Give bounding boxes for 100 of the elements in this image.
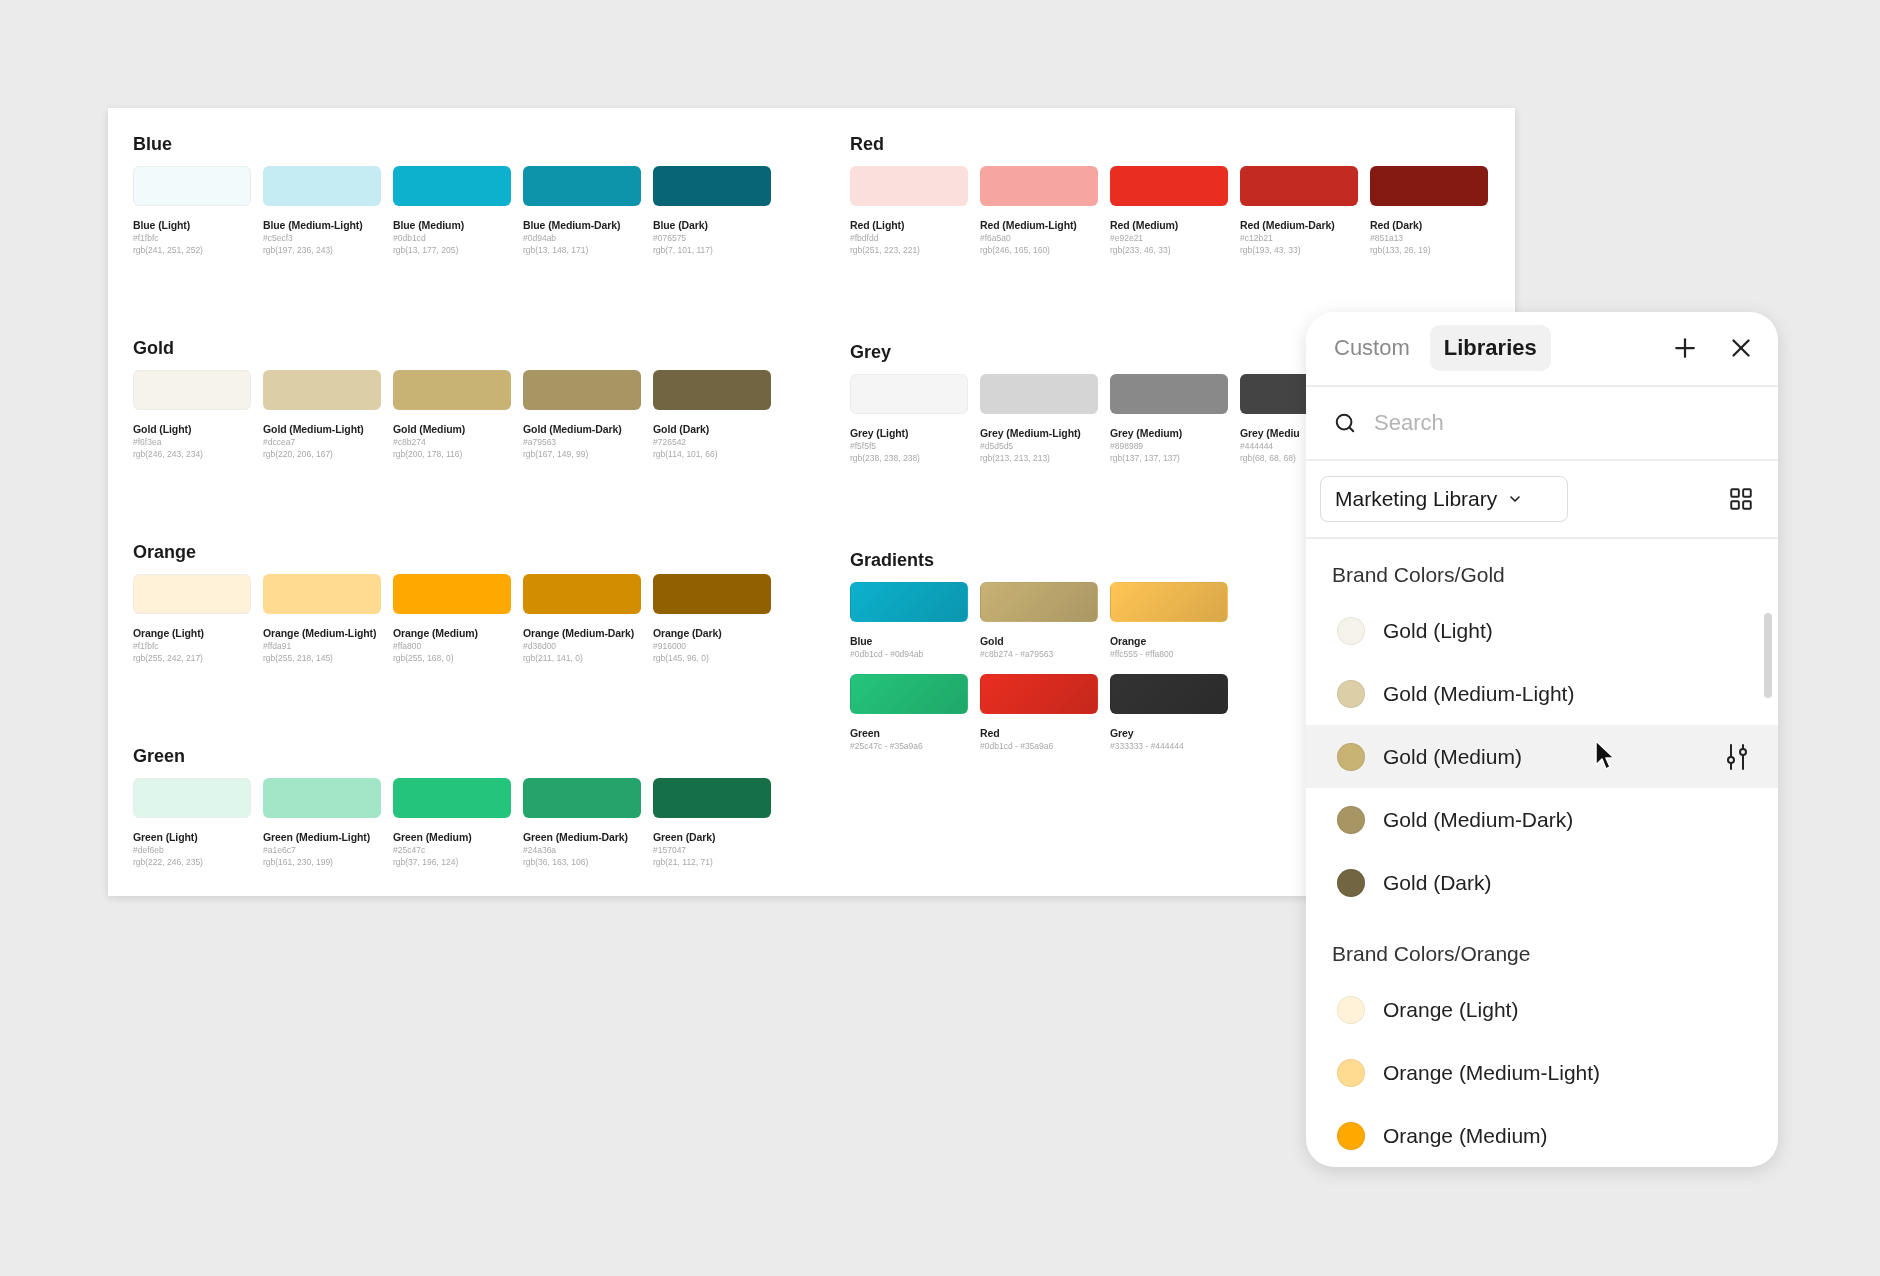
rgb-value: rgb(13, 177, 205)	[393, 244, 459, 256]
section-title: Blue	[133, 134, 172, 155]
hex-value: #f1fbfc	[133, 232, 159, 244]
swatch-name: Blue	[850, 634, 873, 648]
color-list-item[interactable]: Gold (Medium-Dark)	[1306, 788, 1778, 851]
swatch-name: Red (Medium-Light)	[980, 218, 1077, 232]
rgb-value: rgb(246, 243, 234)	[133, 448, 203, 460]
swatch-name: Grey (Medium)	[1110, 426, 1183, 440]
rgb-value: rgb(241, 251, 252)	[133, 244, 203, 256]
rgb-value: rgb(200, 178, 116)	[393, 448, 463, 460]
swatch-name: Green (Medium)	[393, 830, 472, 844]
swatch-name: Blue (Dark)	[653, 218, 708, 232]
hex-value: #157047	[653, 844, 687, 856]
section-title: Gradients	[850, 550, 935, 571]
swatch-name: Grey (Mediu	[1240, 426, 1300, 440]
color-list-item[interactable]: Orange (Light)	[1306, 978, 1778, 1041]
rgb-value: rgb(167, 149, 99)	[523, 448, 589, 460]
swatch-name: Red (Light)	[850, 218, 905, 232]
pointer-cursor-icon	[1594, 739, 1616, 771]
hex-value: #c8b274	[393, 436, 426, 448]
swatch-name: Orange (Light)	[133, 626, 204, 640]
panel-tab[interactable]: Libraries	[1429, 325, 1551, 372]
section-title: Grey	[850, 342, 892, 363]
hex-value: #f6f3ea	[133, 436, 162, 448]
rgb-value: rgb(197, 236, 243)	[263, 244, 333, 256]
swatch-name: Gold (Medium)	[393, 422, 466, 436]
swatch-name: Green (Light)	[133, 830, 198, 844]
section-title: Red	[850, 134, 884, 155]
swatch-name: Grey	[1110, 726, 1134, 740]
swatch-name: Blue (Medium-Dark)	[523, 218, 621, 232]
hex-value: #d38d00	[523, 640, 557, 652]
section-title: Green	[133, 746, 186, 767]
rgb-value: rgb(145, 96, 0)	[653, 652, 709, 664]
rgb-value: rgb(246, 165, 160)	[980, 244, 1050, 256]
hex-value: #ffa800	[393, 640, 422, 652]
color-list-item[interactable]: Gold (Medium)	[1306, 725, 1778, 788]
hex-value: #dccea7	[263, 436, 296, 448]
swatch-name: Green	[850, 726, 880, 740]
hex-value: #076575	[653, 232, 687, 244]
sliders-icon[interactable]	[1726, 742, 1748, 771]
swatch-name: Grey (Medium-Light)	[980, 426, 1081, 440]
search-icon	[1334, 412, 1356, 435]
hex-value: #f1fbfc	[133, 640, 159, 652]
swatch-name: Gold (Light)	[133, 422, 192, 436]
gradient-range: #c8b274 - #a79563	[980, 648, 1054, 660]
hex-value: #f6a5a0	[980, 232, 1011, 244]
swatch-name: Orange	[1110, 634, 1147, 648]
hex-value: #0d94ab	[523, 232, 557, 244]
swatch-name: Green (Medium-Dark)	[523, 830, 628, 844]
color-list-item[interactable]: Gold (Light)	[1306, 599, 1778, 662]
rgb-value: rgb(220, 206, 167)	[263, 448, 333, 460]
swatch-name: Blue (Medium-Light)	[263, 218, 363, 232]
swatch-name: Blue (Light)	[133, 218, 191, 232]
rgb-value: rgb(211, 141, 0)	[523, 652, 583, 664]
swatch-name: Red (Dark)	[1370, 218, 1423, 232]
rgb-value: rgb(233, 46, 33)	[1110, 244, 1171, 256]
section-title: Orange	[133, 542, 197, 563]
color-list-item[interactable]: Orange (Medium-Light)	[1306, 1041, 1778, 1104]
rgb-value: rgb(251, 223, 221)	[850, 244, 920, 256]
swatch-name: Grey (Light)	[850, 426, 909, 440]
rgb-value: rgb(255, 168, 0)	[393, 652, 454, 664]
gradient-range: #0db1cd - #35a9a6	[980, 740, 1054, 752]
grid-icon	[1728, 486, 1754, 513]
color-list-item[interactable]: Gold (Dark)	[1306, 851, 1778, 914]
rgb-value: rgb(36, 163, 106)	[523, 856, 589, 868]
gradient-range: #0db1cd - #0d94ab	[850, 648, 924, 660]
hex-value: #0db1cd	[393, 232, 426, 244]
hex-value: #ffda91	[263, 640, 292, 652]
hex-value: #916000	[653, 640, 687, 652]
rgb-value: rgb(137, 137, 137)	[1110, 452, 1180, 464]
hex-value: #c5ecf3	[263, 232, 293, 244]
hex-value: #a1e6c7	[263, 844, 296, 856]
gradient-range: #333333 - #444444	[1110, 740, 1184, 752]
swatch-name: Green (Dark)	[653, 830, 716, 844]
scrollbar[interactable]	[1764, 613, 1772, 698]
swatch-name: Gold (Medium-Light)	[263, 422, 364, 436]
gradient-range: #ffc555 - #ffa800	[1110, 648, 1174, 660]
rgb-value: rgb(213, 213, 213)	[980, 452, 1050, 464]
hex-value: #25c47c	[393, 844, 426, 856]
swatch-name: Blue (Medium)	[393, 218, 465, 232]
color-list-item[interactable]: Gold (Medium-Light)	[1306, 662, 1778, 725]
library-dropdown[interactable]: Marketing Library	[1320, 476, 1568, 523]
gradient-range: #25c47c - #35a9a6	[850, 740, 923, 752]
rgb-value: rgb(133, 26, 19)	[1370, 244, 1431, 256]
hex-value: #f5f5f5	[850, 440, 876, 452]
color-list-item[interactable]: Orange (Medium)	[1306, 1104, 1778, 1167]
rgb-value: rgb(37, 196, 124)	[393, 856, 459, 868]
rgb-value: rgb(193, 43, 33)	[1240, 244, 1301, 256]
hex-value: #444444	[1240, 440, 1274, 452]
rgb-value: rgb(21, 112, 71)	[653, 856, 713, 868]
hex-value: #851a13	[1370, 232, 1404, 244]
hex-value: #fbdfdd	[850, 232, 879, 244]
group-title: Brand Colors/Orange	[1331, 941, 1532, 967]
search-field[interactable]: Search	[1372, 409, 1750, 438]
rgb-value: rgb(7, 101, 117)	[653, 244, 713, 256]
hex-value: #24a36a	[523, 844, 557, 856]
hex-value: #898989	[1110, 440, 1144, 452]
section-title: Gold	[133, 338, 174, 359]
hex-value: #e92e21	[1110, 232, 1144, 244]
swatch-name: Red (Medium-Dark)	[1240, 218, 1335, 232]
